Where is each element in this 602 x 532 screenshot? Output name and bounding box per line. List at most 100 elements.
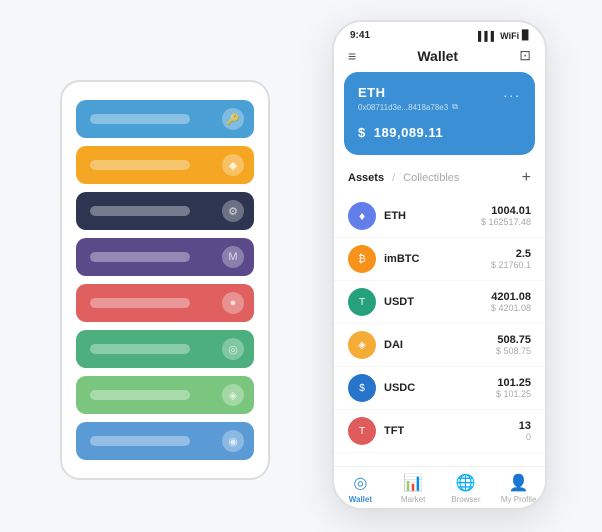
asset-name-dai: DAI <box>384 339 496 351</box>
card-icon-2: ⚙ <box>222 200 244 222</box>
nav-item-wallet[interactable]: ◎ Wallet <box>334 473 387 504</box>
stack-card-6: ◈ <box>76 376 254 414</box>
card-text-1 <box>90 160 190 170</box>
card-icon-3: M <box>222 246 244 268</box>
card-text-4 <box>90 298 190 308</box>
nav-icon-1: 📊 <box>403 473 423 493</box>
card-text-3 <box>90 252 190 262</box>
stack-card-0: 🔑 <box>76 100 254 138</box>
card-icon-0: 🔑 <box>222 108 244 130</box>
card-icon-4: ● <box>222 292 244 314</box>
stack-card-1: ◆ <box>76 146 254 184</box>
asset-icon-usdc: $ <box>348 374 376 402</box>
card-stack: 🔑 ◆ ⚙ M ● ◎ ◈ ◉ <box>60 80 270 480</box>
card-text-5 <box>90 344 190 354</box>
card-text-2 <box>90 206 190 216</box>
nav-label-0: Wallet <box>349 495 372 504</box>
asset-name-tft: TFT <box>384 425 519 437</box>
stack-card-5: ◎ <box>76 330 254 368</box>
assets-section: Assets / Collectibles + ♦ ETH 1004.01 $ … <box>334 165 545 466</box>
stack-card-7: ◉ <box>76 422 254 460</box>
header-title: Wallet <box>417 48 458 64</box>
asset-qty-imbtc: 2.5 <box>491 248 531 260</box>
stack-card-3: M <box>76 238 254 276</box>
tab-assets[interactable]: Assets <box>348 172 384 184</box>
asset-name-eth: ETH <box>384 210 481 222</box>
tab-collectibles[interactable]: Collectibles <box>403 172 459 184</box>
asset-row-dai[interactable]: ◈ DAI 508.75 $ 508.75 <box>334 324 545 367</box>
nav-icon-3: 👤 <box>509 473 529 493</box>
battery-icon: ▉ <box>522 30 529 41</box>
eth-card-header: ETH ... <box>358 84 521 100</box>
menu-icon[interactable]: ≡ <box>348 48 356 64</box>
tab-divider: / <box>392 172 395 184</box>
add-asset-button[interactable]: + <box>522 169 531 187</box>
asset-icon-usdt: T <box>348 288 376 316</box>
wifi-icon: WiFi <box>500 31 519 41</box>
asset-usd-dai: $ 508.75 <box>496 346 531 356</box>
asset-qty-usdt: 4201.08 <box>491 291 531 303</box>
asset-row-tft[interactable]: T TFT 13 0 <box>334 410 545 453</box>
asset-row-usdc[interactable]: $ USDC 101.25 $ 101.25 <box>334 367 545 410</box>
asset-name-usdt: USDT <box>384 296 491 308</box>
card-icon-1: ◆ <box>222 154 244 176</box>
nav-item-my-profile[interactable]: 👤 My Profile <box>492 473 545 504</box>
assets-tabs: Assets / Collectibles <box>348 172 459 184</box>
card-text-6 <box>90 390 190 400</box>
asset-icon-imbtc: ₿ <box>348 245 376 273</box>
eth-balance: $ 189,089.11 <box>358 120 521 143</box>
status-icons: ▌▌▌ WiFi ▉ <box>478 30 529 41</box>
asset-usd-usdc: $ 101.25 <box>496 389 531 399</box>
eth-card-menu[interactable]: ... <box>503 84 521 100</box>
asset-usd-imbtc: $ 21760.1 <box>491 260 531 270</box>
status-time: 9:41 <box>350 30 370 41</box>
card-icon-5: ◎ <box>222 338 244 360</box>
card-icon-6: ◈ <box>222 384 244 406</box>
asset-icon-eth: ♦ <box>348 202 376 230</box>
bottom-nav: ◎ Wallet 📊 Market 🌐 Browser 👤 My Profile <box>334 466 545 508</box>
asset-name-imbtc: imBTC <box>384 253 491 265</box>
stack-card-2: ⚙ <box>76 192 254 230</box>
eth-address: 0x08711d3e...8418a78e3 ⧉ <box>358 102 521 112</box>
card-text-0 <box>90 114 190 124</box>
asset-qty-usdc: 101.25 <box>496 377 531 389</box>
card-text-7 <box>90 436 190 446</box>
assets-header: Assets / Collectibles + <box>334 165 545 195</box>
signal-icon: ▌▌▌ <box>478 31 497 41</box>
asset-list: ♦ ETH 1004.01 $ 162517.48 ₿ imBTC 2.5 $ … <box>334 195 545 466</box>
nav-icon-0: ◎ <box>353 473 367 493</box>
nav-item-browser[interactable]: 🌐 Browser <box>440 473 493 504</box>
nav-label-3: My Profile <box>501 495 537 504</box>
asset-row-eth[interactable]: ♦ ETH 1004.01 $ 162517.48 <box>334 195 545 238</box>
asset-icon-dai: ◈ <box>348 331 376 359</box>
asset-usd-eth: $ 162517.48 <box>481 217 531 227</box>
card-icon-7: ◉ <box>222 430 244 452</box>
stack-card-4: ● <box>76 284 254 322</box>
eth-wallet-card: ETH ... 0x08711d3e...8418a78e3 ⧉ $ 189,0… <box>344 72 535 155</box>
eth-card-label: ETH <box>358 85 386 100</box>
asset-icon-tft: T <box>348 417 376 445</box>
asset-amounts-imbtc: 2.5 $ 21760.1 <box>491 248 531 270</box>
asset-row-usdt[interactable]: T USDT 4201.08 $ 4201.08 <box>334 281 545 324</box>
copy-icon[interactable]: ⧉ <box>452 102 458 112</box>
asset-amounts-usdc: 101.25 $ 101.25 <box>496 377 531 399</box>
asset-amounts-eth: 1004.01 $ 162517.48 <box>481 205 531 227</box>
nav-label-2: Browser <box>451 495 480 504</box>
scan-icon[interactable]: ⊡ <box>519 47 531 64</box>
asset-amounts-usdt: 4201.08 $ 4201.08 <box>491 291 531 313</box>
phone-frame: 9:41 ▌▌▌ WiFi ▉ ≡ Wallet ⊡ ETH ... 0x087… <box>332 20 547 510</box>
asset-qty-eth: 1004.01 <box>481 205 531 217</box>
nav-item-market[interactable]: 📊 Market <box>387 473 440 504</box>
app-header: ≡ Wallet ⊡ <box>334 45 545 72</box>
asset-qty-tft: 13 <box>519 420 531 432</box>
nav-label-1: Market <box>401 495 425 504</box>
asset-qty-dai: 508.75 <box>496 334 531 346</box>
nav-icon-2: 🌐 <box>456 473 476 493</box>
status-bar: 9:41 ▌▌▌ WiFi ▉ <box>334 22 545 45</box>
asset-name-usdc: USDC <box>384 382 496 394</box>
asset-row-imbtc[interactable]: ₿ imBTC 2.5 $ 21760.1 <box>334 238 545 281</box>
asset-usd-tft: 0 <box>519 432 531 442</box>
asset-usd-usdt: $ 4201.08 <box>491 303 531 313</box>
asset-amounts-tft: 13 0 <box>519 420 531 442</box>
asset-amounts-dai: 508.75 $ 508.75 <box>496 334 531 356</box>
